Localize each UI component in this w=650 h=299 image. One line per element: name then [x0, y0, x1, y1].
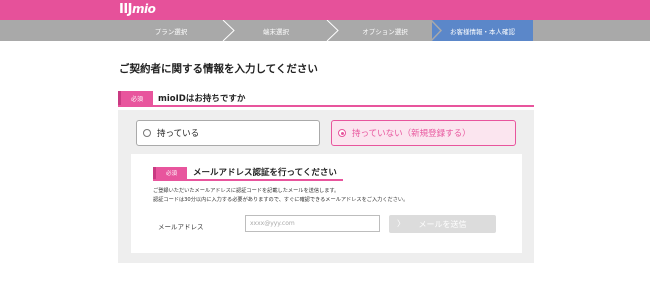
step-separator-icon	[430, 20, 442, 41]
logo-main: IIJ	[119, 2, 133, 17]
required-badge: 必須	[153, 167, 187, 179]
mioid-question: mioIDはお持ちですか	[158, 94, 246, 104]
step-plan-label: プラン選択	[154, 27, 188, 36]
radio-unchecked-icon[interactable]	[143, 129, 151, 137]
email-section-title: メールアドレス認証を行ってください	[193, 168, 337, 178]
email-description-line2: 認証コードは30分以内に入力する必要がありますので、すぐに確認できるメールアドレ…	[153, 197, 409, 203]
option-no-mioid[interactable]: 持っていない（新規登録する）	[331, 120, 516, 146]
step-plan: プラン選択	[118, 20, 224, 41]
page-title: ご契約者に関する情報を入力してください	[119, 63, 318, 75]
radio-checked-icon[interactable]	[338, 129, 346, 137]
email-description-line1: ご登録いただいたメールアドレスに認証コードを記載したメールを送信します。	[153, 188, 340, 194]
logo-sub: mio	[132, 2, 156, 16]
email-section-header: 必須 メールアドレス認証を行ってください	[153, 164, 503, 181]
step-option-label: オプション選択	[362, 27, 408, 36]
step-device-label: 端末選択	[263, 27, 289, 36]
email-input[interactable]	[245, 215, 380, 232]
step-option: オプション選択	[340, 20, 430, 41]
required-badge: 必須	[118, 91, 153, 105]
progress-steps: プラン選択 端末選択 オプション選択 お客様情報・本人確認	[0, 20, 650, 41]
step-device: 端末選択	[236, 20, 316, 41]
step-separator-icon	[326, 20, 339, 41]
section-divider	[118, 105, 534, 107]
email-verification-card: 必須 メールアドレス認証を行ってください ご登録いただいたメールアドレスに認証コ…	[131, 154, 522, 253]
send-email-button-label: メールを送信	[418, 219, 467, 229]
chevron-right-icon: 〉	[397, 219, 405, 228]
option-have-mioid-label: 持っている	[157, 129, 200, 139]
option-have-mioid[interactable]: 持っている	[136, 120, 320, 146]
step-separator-icon	[222, 20, 235, 41]
iijmio-logo[interactable]: IIJmio	[119, 2, 156, 17]
mioid-panel: 持っている 持っていない（新規登録する） 必須 メールアドレス認証を行ってくださ…	[118, 110, 534, 263]
send-email-button[interactable]: 〉 メールを送信	[389, 215, 496, 233]
option-no-mioid-label: 持っていない（新規登録する）	[352, 129, 471, 139]
section-divider	[153, 179, 343, 181]
mioid-section-header: 必須 mioIDはお持ちですか	[118, 91, 534, 107]
step-customer-info: お客様情報・本人確認	[432, 20, 533, 41]
email-label: メールアドレス	[158, 223, 204, 231]
step-customer-info-label: お客様情報・本人確認	[450, 27, 515, 36]
top-header-bar: IIJmio	[0, 0, 650, 20]
